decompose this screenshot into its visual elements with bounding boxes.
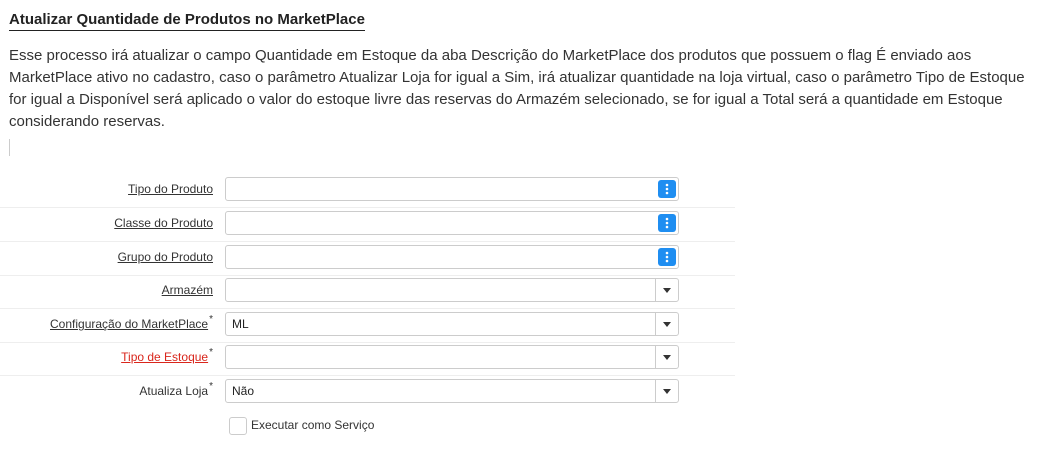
page-description: Esse processo irá atualizar o campo Quan… xyxy=(9,47,1025,130)
tipo-produto-input[interactable] xyxy=(225,177,679,201)
form-row-atualiza-loja: Atualiza Loja* Não xyxy=(0,375,735,409)
classe-produto-input[interactable] xyxy=(225,211,679,235)
config-marketplace-value: ML xyxy=(232,317,249,331)
config-marketplace-label[interactable]: Configuração do MarketPlace xyxy=(50,317,208,331)
armazem-label[interactable]: Armazém xyxy=(162,283,213,297)
config-marketplace-label-wrap: Configuração do MarketPlace* xyxy=(50,314,213,331)
atualiza-loja-value: Não xyxy=(232,384,255,398)
caret-down-icon xyxy=(663,388,671,394)
form-row-tipo-estoque: Tipo de Estoque* xyxy=(0,341,735,376)
text-cursor xyxy=(9,139,10,156)
more-vertical-icon xyxy=(665,251,669,263)
armazem-select[interactable] xyxy=(225,278,679,302)
tipo-estoque-dropdown-button[interactable] xyxy=(655,346,678,368)
caret-down-icon xyxy=(663,287,671,293)
atualiza-loja-select[interactable]: Não xyxy=(225,379,679,403)
required-mark: * xyxy=(209,347,213,358)
page-title: Atualizar Quantidade de Produtos no Mark… xyxy=(9,11,365,31)
atualiza-loja-label: Atualiza Loja xyxy=(139,384,209,398)
tipo-estoque-label[interactable]: Tipo de Estoque xyxy=(121,350,208,364)
classe-produto-lookup-button[interactable] xyxy=(658,214,676,232)
tipo-produto-label[interactable]: Tipo do Produto xyxy=(128,182,213,196)
caret-down-icon xyxy=(663,354,671,360)
form-row-classe-produto: Classe do Produto xyxy=(0,207,735,242)
form-row-tipo-produto: Tipo do Produto xyxy=(0,173,735,208)
required-mark: * xyxy=(209,314,213,325)
required-mark: * xyxy=(209,381,213,392)
atualiza-loja-label-wrap: Atualiza Loja* xyxy=(139,381,213,398)
classe-produto-label[interactable]: Classe do Produto xyxy=(114,216,213,230)
executar-servico-checkbox[interactable] xyxy=(229,417,247,435)
form-row-armazem: Armazém xyxy=(0,274,735,309)
executar-servico-label[interactable]: Executar como Serviço xyxy=(251,418,374,432)
more-vertical-icon xyxy=(665,217,669,229)
atualiza-loja-dropdown-button[interactable] xyxy=(655,380,678,402)
more-vertical-icon xyxy=(665,183,669,195)
config-marketplace-dropdown-button[interactable] xyxy=(655,313,678,335)
grupo-produto-input[interactable] xyxy=(225,245,679,269)
caret-down-icon xyxy=(663,321,671,327)
grupo-produto-lookup-button[interactable] xyxy=(658,248,676,266)
tipo-estoque-label-wrap: Tipo de Estoque* xyxy=(121,347,213,364)
armazem-dropdown-button[interactable] xyxy=(655,279,678,301)
grupo-produto-label[interactable]: Grupo do Produto xyxy=(118,250,213,264)
tipo-estoque-select[interactable] xyxy=(225,345,679,369)
tipo-produto-lookup-button[interactable] xyxy=(658,180,676,198)
form-row-config-marketplace: Configuração do MarketPlace* ML xyxy=(0,308,735,343)
config-marketplace-select[interactable]: ML xyxy=(225,312,679,336)
form-row-grupo-produto: Grupo do Produto xyxy=(0,241,735,276)
